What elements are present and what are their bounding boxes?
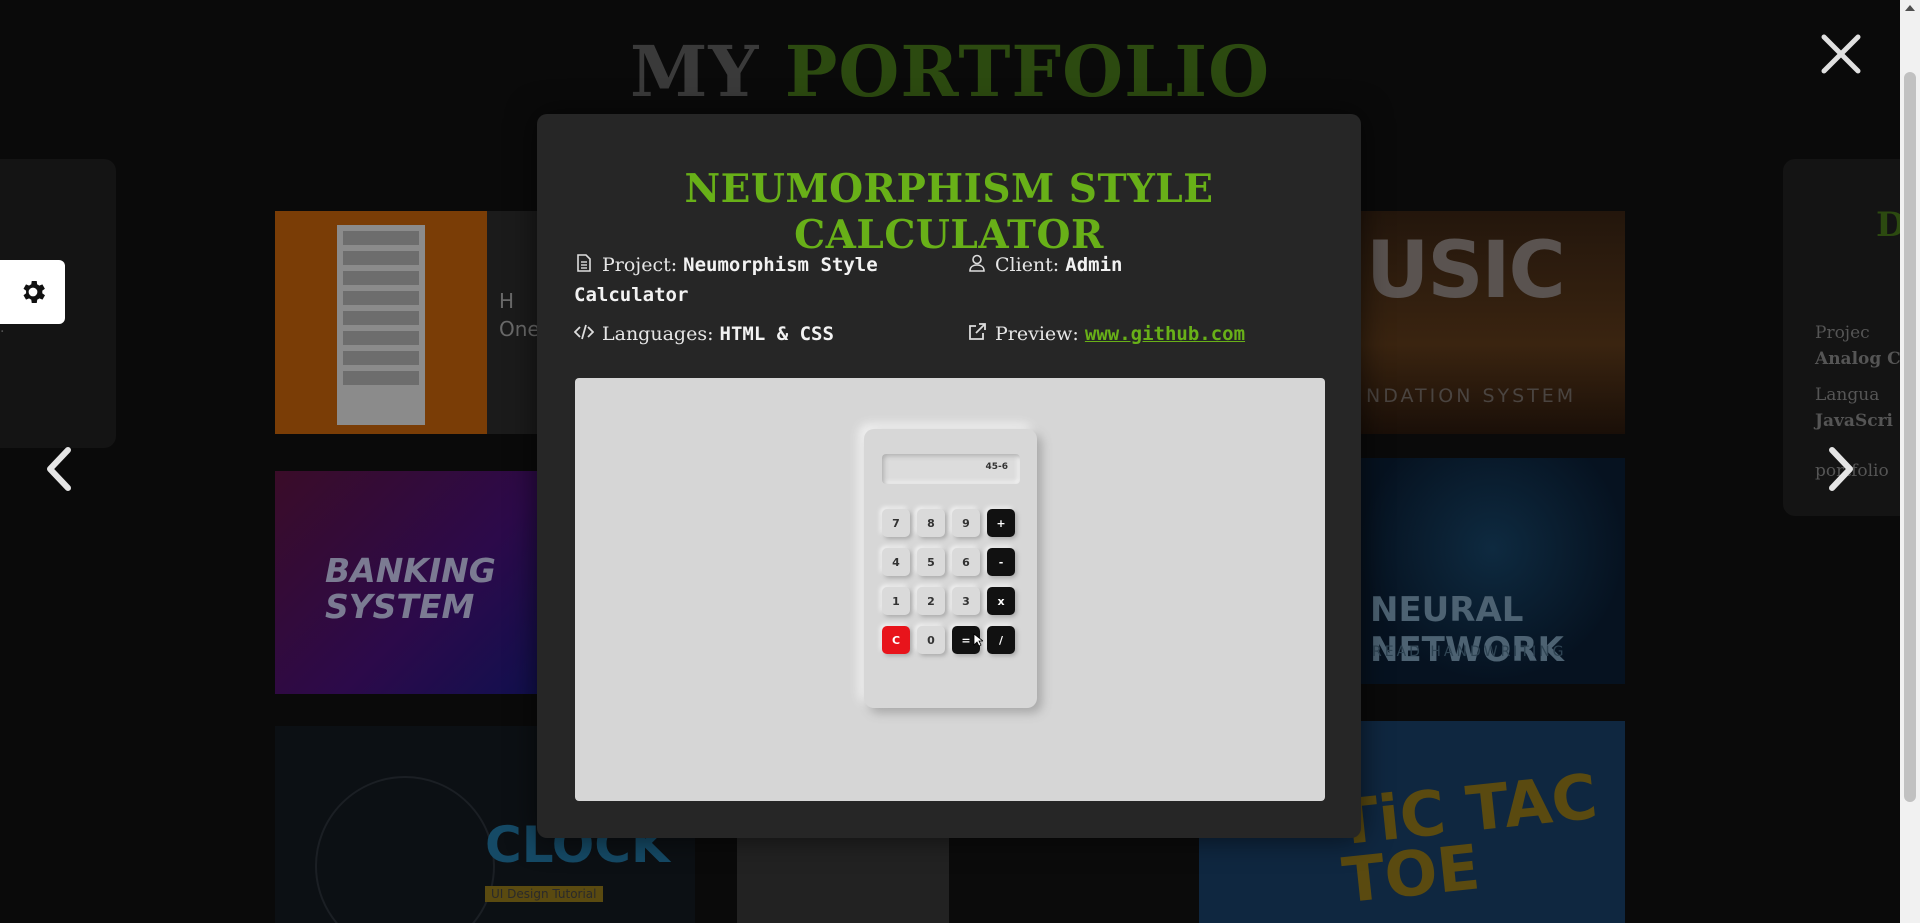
calc-key[interactable]: -: [987, 548, 1015, 576]
preview-link[interactable]: www.github.com: [1085, 323, 1245, 345]
calc-key[interactable]: 0: [917, 626, 945, 654]
calculator-preview: 45-6 7 8 9 +4 5 6-1 2 3 x C 0 = /: [864, 429, 1037, 708]
next-card-languages-label: Langua: [1815, 385, 1880, 405]
gear-icon: [23, 281, 45, 303]
scroll-up-arrow-icon[interactable]: [1900, 0, 1920, 17]
code-icon: [574, 324, 594, 340]
preview-label: Preview:: [995, 323, 1079, 345]
client-label: Client:: [995, 254, 1060, 276]
project-info: Project: Neumorphism Style Calculator: [574, 250, 914, 310]
portfolio-tile-music[interactable]: USIC NDATION SYSTEM: [1360, 211, 1625, 434]
calc-key[interactable]: 7: [882, 509, 910, 537]
next-card-languages-value: JavaScri: [1815, 411, 1893, 431]
calc-key[interactable]: 8: [917, 509, 945, 537]
document-icon: [577, 254, 591, 272]
calc-key[interactable]: C: [882, 626, 910, 654]
scrollbar[interactable]: [1900, 0, 1920, 923]
languages-info: Languages: HTML & CSS: [574, 319, 834, 349]
portfolio-tile-grid[interactable]: [949, 838, 1199, 923]
client-info: Client: Admin: [967, 250, 1122, 280]
chevron-right-icon: [1829, 447, 1853, 491]
next-card-project-label: Projec: [1815, 323, 1870, 343]
calc-key[interactable]: 5: [917, 548, 945, 576]
tile-banking-text: BANKING SYSTEM: [325, 551, 496, 626]
close-button[interactable]: [1820, 33, 1862, 75]
calc-key[interactable]: /: [987, 626, 1015, 654]
close-icon: [1821, 34, 1861, 74]
clock-face-image: [315, 776, 495, 923]
next-card-project-value: Analog Cl: [1815, 349, 1908, 369]
user-icon: [969, 254, 985, 272]
project-label: Project:: [602, 254, 678, 276]
next-button[interactable]: [1820, 444, 1860, 494]
mouse-cursor-icon: [973, 633, 983, 647]
languages-value: HTML & CSS: [719, 323, 834, 345]
calc-key[interactable]: 2: [917, 587, 945, 615]
calc-key[interactable]: 4: [882, 548, 910, 576]
tile-toe-text: TiC TAC TOE: [1332, 759, 1601, 918]
portfolio-tile-calculator[interactable]: [737, 838, 949, 923]
settings-button[interactable]: [0, 260, 65, 324]
tile-clock-subtitle: UI Design Tutorial: [485, 886, 603, 902]
tile-dark-text: H One: [499, 289, 540, 341]
chevron-left-icon: [47, 447, 71, 491]
calc-key[interactable]: 6: [952, 548, 980, 576]
tile-music-text: USIC: [1366, 226, 1566, 316]
calc-key[interactable]: 1: [882, 587, 910, 615]
calc-key[interactable]: 9: [952, 509, 980, 537]
previous-button[interactable]: [40, 444, 80, 494]
portfolio-tile-neural-network[interactable]: NEURAL NETWORK READ HANDWRITING: [1360, 458, 1625, 684]
modal-title: NEUMORPHISM STYLE CALCULATOR: [684, 166, 1214, 258]
website-mockup-image: [337, 225, 425, 425]
portfolio-tile-banking[interactable]: BANKING SYSTEM: [275, 471, 575, 694]
page-title: MY PORTFOLIO: [0, 30, 1900, 113]
client-value: Admin: [1065, 254, 1123, 276]
calc-key[interactable]: x: [987, 587, 1015, 615]
portfolio-tile-travel[interactable]: [275, 211, 487, 434]
external-link-icon: [969, 323, 986, 340]
calc-key[interactable]: 3: [952, 587, 980, 615]
scrollbar-thumb[interactable]: [1904, 72, 1916, 802]
calc-key[interactable]: +: [987, 509, 1015, 537]
preview-info: Preview: www.github.com: [967, 319, 1245, 349]
languages-label: Languages:: [602, 323, 714, 345]
tile-music-subtitle: NDATION SYSTEM: [1366, 385, 1577, 407]
title-word-portfolio: PORTFOLIO: [784, 30, 1271, 113]
title-word-my: MY: [629, 30, 760, 113]
calculator-display: 45-6: [882, 454, 1020, 484]
tile-neural-subtitle: READ HANDWRITING: [1372, 644, 1567, 660]
